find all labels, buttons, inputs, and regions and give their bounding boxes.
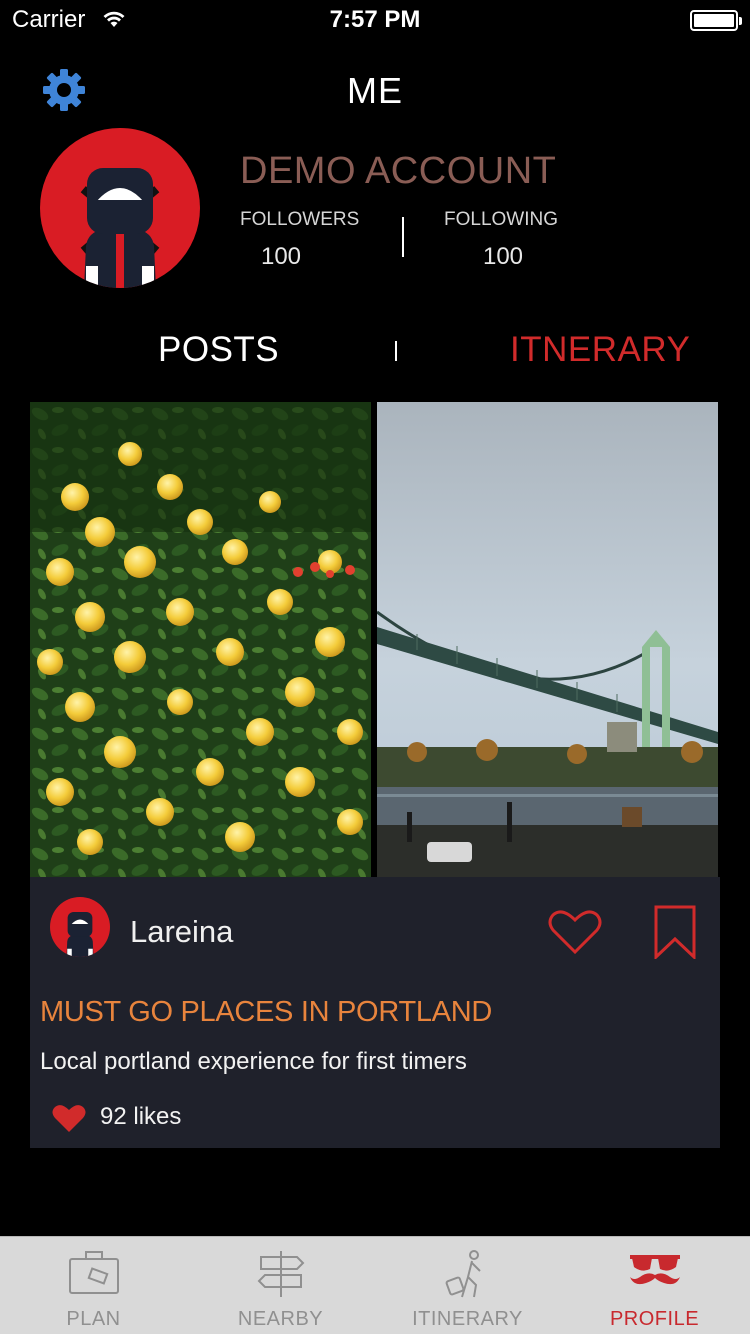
tab-divider — [395, 341, 397, 361]
bookmark-icon[interactable] — [654, 905, 696, 959]
status-bar: Carrier 7:57 PM — [0, 0, 750, 40]
suitcase-icon — [68, 1251, 119, 1294]
followers-count[interactable]: 100 — [240, 243, 322, 271]
ninja-avatar-icon — [66, 912, 94, 957]
tab-profile-label: PROFILE — [609, 1308, 700, 1330]
tab-nearby-label: NEARBY — [237, 1308, 324, 1330]
tab-nearby[interactable]: NEARBY — [187, 1237, 374, 1334]
mustache-glasses-icon — [629, 1255, 680, 1285]
tab-profile[interactable]: PROFILE — [561, 1237, 748, 1334]
bridge-photo[interactable] — [377, 402, 718, 877]
following-count[interactable]: 100 — [462, 243, 544, 271]
tab-itinerary[interactable]: ITNERARY — [510, 330, 690, 370]
traveler-icon — [445, 1250, 481, 1298]
post-card: Lareina MUST GO PLACES IN PORTLAND Local… — [30, 877, 720, 1148]
author-avatar[interactable] — [50, 897, 110, 957]
followers-label[interactable]: FOLLOWERS — [240, 209, 359, 231]
profile-avatar[interactable] — [40, 128, 200, 288]
signpost-icon — [257, 1251, 304, 1297]
following-label[interactable]: FOLLOWING — [444, 209, 558, 231]
page-title: ME — [347, 70, 403, 111]
clock: 7:57 PM — [329, 6, 421, 33]
tab-posts[interactable]: POSTS — [158, 330, 279, 370]
stats-divider — [402, 217, 404, 257]
tab-itinerary-nav[interactable]: ITINERARY — [374, 1237, 561, 1334]
tab-plan[interactable]: PLAN — [0, 1237, 187, 1334]
likes-heart-icon — [52, 1105, 86, 1132]
bottom-tab-bar: PLAN NEARBY ITINERARY PROFILE — [0, 1236, 750, 1334]
post-title[interactable]: MUST GO PLACES IN PORTLAND — [40, 996, 492, 1029]
like-heart-icon[interactable] — [548, 909, 602, 955]
likes-count[interactable]: 92 likes — [100, 1103, 181, 1131]
account-name: DEMO ACCOUNT — [240, 150, 557, 192]
battery-icon — [690, 10, 742, 31]
tab-itinerary-label: ITINERARY — [412, 1308, 523, 1330]
post-description: Local portland experience for first time… — [40, 1048, 467, 1075]
ninja-avatar-icon — [80, 168, 160, 288]
tab-plan-label: PLAN — [66, 1308, 121, 1330]
yellow-roses-photo[interactable] — [30, 402, 371, 877]
author-name[interactable]: Lareina — [130, 914, 233, 950]
